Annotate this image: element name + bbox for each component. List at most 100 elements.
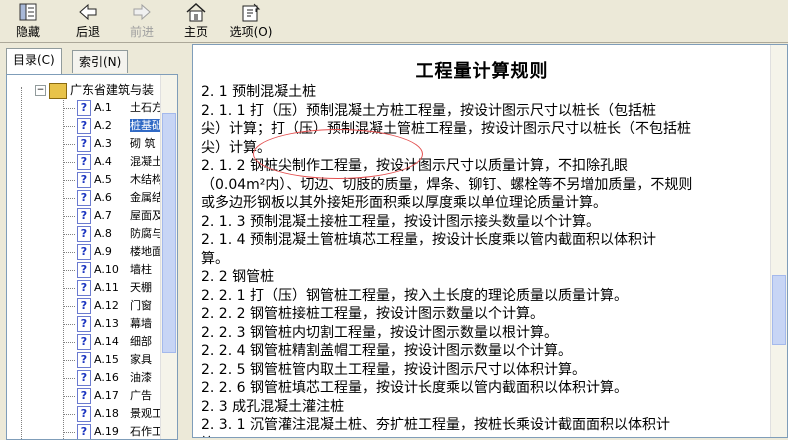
tree-branch-line xyxy=(63,108,75,109)
tree-item[interactable]: ? A.2 桩基础 xyxy=(63,117,163,135)
tree-item-label: 幕墙 xyxy=(130,317,152,330)
content-line: 2. 3 成孔混凝土灌注桩 xyxy=(201,398,345,415)
content-line: 2. 2. 5 钢管桩管内取土工程量，按设计图示尺寸以体积计算。 xyxy=(201,361,586,378)
content-line: 2. 1 预制混凝土桩 xyxy=(201,84,317,100)
tree-branch-line xyxy=(63,360,75,361)
tree-branch-line xyxy=(63,306,75,307)
tree-item-code: A.12 xyxy=(94,299,119,312)
tree-item[interactable]: ? A.5 木结构 xyxy=(63,171,163,189)
tree-item[interactable]: ? A.11 天棚 xyxy=(63,279,152,297)
content-line: 算。 xyxy=(201,250,229,267)
back-button[interactable]: 后退 xyxy=(68,2,108,40)
tree-branch-line xyxy=(63,216,75,217)
tree-item-label: 石作工 xyxy=(130,425,163,438)
tree-item-label: 混凝土 xyxy=(130,155,163,168)
tree-root-node[interactable]: − 广东省建筑与装 xyxy=(35,81,154,99)
tree-branch-line xyxy=(63,342,75,343)
help-page-icon: ? xyxy=(77,316,91,332)
tree-item-code: A.19 xyxy=(94,425,119,438)
hide-label: 隐藏 xyxy=(15,25,40,39)
topic-content: 工程量计算规则 2. 1 预制混凝土桩 2. 1. 1 打（压）预制混凝土方桩工程… xyxy=(192,44,788,438)
content-line: 2. 3. 1 沉管灌注混凝土桩、夯扩桩工程量，按桩长乘设计截面面积以体积计 xyxy=(201,417,670,433)
content-line: （0.04m²内）、切边、切肢的质量，焊条、铆钉、螺栓等不另增加质量，不规则 xyxy=(201,176,693,193)
home-label: 主页 xyxy=(183,25,208,39)
tree-item-code: A.14 xyxy=(94,335,119,348)
tree-item-code: A.7 xyxy=(94,209,112,222)
tree-item[interactable]: ? A.1 土石方 xyxy=(63,99,163,117)
tree-branch-line xyxy=(63,324,75,325)
tree-item[interactable]: ? A.8 防腐与 xyxy=(63,225,163,243)
tree-item[interactable]: ? A.6 金属结 xyxy=(63,189,163,207)
content-line: 2. 1. 4 预制混凝土管桩填芯工程量，按设计长度乘以管内截面积以体积计 xyxy=(201,232,656,248)
tree-item-code: A.10 xyxy=(94,263,119,276)
tree-scrollbar[interactable] xyxy=(160,75,177,439)
help-page-icon: ? xyxy=(77,172,91,188)
tree-item-label: 木结构 xyxy=(130,173,163,186)
options-button[interactable]: 选项(O) xyxy=(226,2,276,40)
tree-branch-line xyxy=(63,378,75,379)
content-scrollbar-thumb[interactable] xyxy=(772,275,786,345)
tree-item[interactable]: ? A.13 幕墙 xyxy=(63,315,152,333)
tree-item-code: A.9 xyxy=(94,245,112,258)
tree-item[interactable]: ? A.4 混凝土 xyxy=(63,153,163,171)
tree-item[interactable]: ? A.16 油漆 xyxy=(63,369,152,387)
tree-item-label: 景观工 xyxy=(130,407,163,420)
help-page-icon: ? xyxy=(77,388,91,404)
tree-item-label: 屋面及 xyxy=(130,209,163,222)
tree-item-label: 细部 xyxy=(130,335,152,348)
tree-item[interactable]: ? A.9 楼地面 xyxy=(63,243,163,261)
tree-item-label: 油漆 xyxy=(130,371,152,384)
forward-arrow-icon xyxy=(133,3,151,21)
page-title: 工程量计算规则 xyxy=(415,61,549,82)
tree-item-label: 天棚 xyxy=(130,281,152,294)
toolbar: 隐藏 后退 前进 主页 选项(O) xyxy=(0,0,788,43)
tab-contents[interactable]: 目录(C) xyxy=(6,48,62,74)
content-scrollbar[interactable] xyxy=(770,45,787,437)
help-page-icon: ? xyxy=(77,406,91,422)
tree-item[interactable]: ? A.3 砌 筑 xyxy=(63,135,156,153)
tree-item-label: 广告 xyxy=(130,389,152,402)
content-line: 2. 2. 3 钢管桩内切割工程量，按设计图示数量以根计算。 xyxy=(201,324,558,341)
collapse-icon[interactable]: − xyxy=(35,85,46,96)
help-page-icon: ? xyxy=(77,136,91,152)
tree-item-code: A.11 xyxy=(94,281,119,294)
tree-item-code: A.1 xyxy=(94,101,112,114)
tree-branch-line xyxy=(63,252,75,253)
tree-item-code: A.3 xyxy=(94,137,112,150)
tree-item-code: A.6 xyxy=(94,191,112,204)
content-line: 或多边形钢板以其外接矩形面积乘以厚度乘以单位理论质量计算。 xyxy=(201,195,607,211)
tree-item[interactable]: ? A.18 景观工 xyxy=(63,405,163,423)
tree-branch-line xyxy=(63,234,75,235)
tree-item[interactable]: ? A.7 屋面及 xyxy=(63,207,163,225)
tree-scrollbar-thumb[interactable] xyxy=(162,113,176,353)
content-line: 尖）计算；打（压）预制混凝土管桩工程量，按设计图示尺寸以桩长（不包括桩 xyxy=(201,121,691,137)
tree-item[interactable]: ? A.12 门窗 xyxy=(63,297,152,315)
back-arrow-icon xyxy=(79,3,97,21)
back-label: 后退 xyxy=(75,25,100,39)
tree-item-label: 金属结 xyxy=(130,191,163,204)
tree-branch-line xyxy=(63,162,75,163)
content-line: 2. 2. 6 钢管桩填芯工程量，按设计长度乘以管内截面积以体积计算。 xyxy=(201,380,628,396)
tree-item[interactable]: ? A.14 细部 xyxy=(63,333,152,351)
help-page-icon: ? xyxy=(77,226,91,242)
tree-item[interactable]: ? A.10 墙柱 xyxy=(63,261,152,279)
help-page-icon: ? xyxy=(77,298,91,314)
hand-drawn-circle-annotation xyxy=(253,129,423,179)
forward-button[interactable]: 前进 xyxy=(122,2,162,40)
home-icon xyxy=(186,2,206,22)
hide-button[interactable]: 隐藏 xyxy=(8,2,48,40)
tree-item[interactable]: ? A.15 家具 xyxy=(63,351,152,369)
tree-branch-line xyxy=(63,288,75,289)
pane-splitter[interactable] xyxy=(184,44,192,438)
tree-item-label: 土石方 xyxy=(130,101,163,114)
content-line: 2. 2. 4 钢管桩精割盖帽工程量，按设计图示数量以个计算。 xyxy=(201,343,572,359)
tree-item[interactable]: ? A.19 石作工 xyxy=(63,423,163,439)
contents-tree: − 广东省建筑与装 ? A.1 土石方? A.2 桩基础? A.3 砌 筑? A.4 混凝土? A.… xyxy=(6,74,178,440)
tree-item[interactable]: ? A.17 广告 xyxy=(63,387,152,405)
home-button[interactable]: 主页 xyxy=(176,2,216,40)
tab-index[interactable]: 索引(N) xyxy=(72,50,129,73)
tree-item-code: A.17 xyxy=(94,389,119,402)
tree-branch-line xyxy=(63,414,75,415)
tree-item-label: 楼地面 xyxy=(130,245,163,258)
help-page-icon: ? xyxy=(77,334,91,350)
